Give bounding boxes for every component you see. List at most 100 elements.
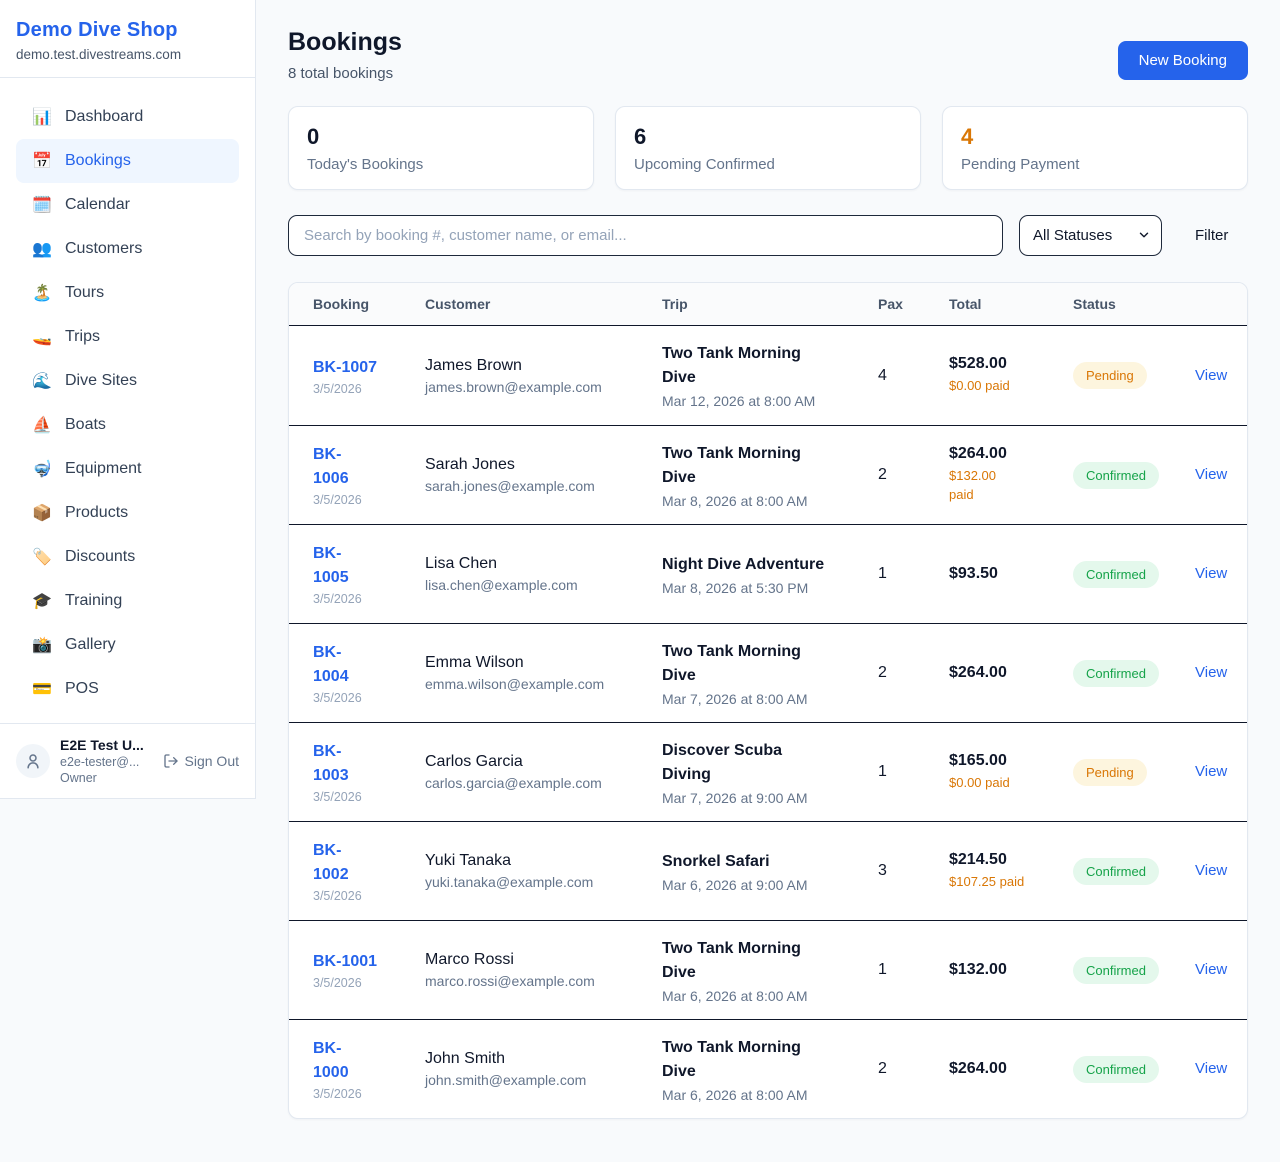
view-link[interactable]: View	[1195, 763, 1227, 780]
nav-item-icon: 📦	[32, 503, 52, 523]
nav-item-label: Calendar	[65, 196, 130, 214]
user-role: Owner	[60, 771, 144, 785]
column-header-booking: Booking	[313, 296, 425, 312]
trip-date: Mar 8, 2026 at 8:00 AM	[662, 493, 878, 509]
view-link[interactable]: View	[1195, 862, 1227, 879]
view-link[interactable]: View	[1195, 466, 1227, 483]
view-link[interactable]: View	[1195, 1060, 1227, 1077]
sidebar-item-bookings[interactable]: 📅 Bookings	[16, 139, 239, 183]
booking-cell: BK- 1004 3/5/2026	[313, 641, 425, 705]
total-cell: $214.50 $107.25 paid	[949, 851, 1073, 892]
sidebar-item-discounts[interactable]: 🏷️ Discounts	[16, 535, 239, 579]
user-name: E2E Test U...	[60, 737, 144, 753]
page-subtitle: 8 total bookings	[288, 65, 402, 82]
booking-cell: BK-1001 3/5/2026	[313, 950, 425, 990]
pax-cell: 2	[878, 1060, 949, 1078]
page-header: Bookings 8 total bookings New Booking	[288, 28, 1248, 82]
sign-out-button[interactable]: Sign Out	[163, 753, 239, 769]
actions-cell: View	[1195, 367, 1227, 385]
sidebar-item-calendar[interactable]: 🗓️ Calendar	[16, 183, 239, 227]
brand-title: Demo Dive Shop	[16, 19, 239, 42]
customer-cell: James Brown james.brown@example.com	[425, 357, 662, 395]
booking-id-link[interactable]: BK- 1002	[313, 839, 425, 887]
booking-date: 3/5/2026	[313, 382, 425, 396]
status-select-wrap: All Statuses	[1019, 215, 1162, 256]
trip-date: Mar 6, 2026 at 8:00 AM	[662, 1087, 878, 1103]
view-link[interactable]: View	[1195, 664, 1227, 681]
sign-out-label: Sign Out	[185, 753, 239, 769]
sidebar-item-pos[interactable]: 💳 POS	[16, 667, 239, 711]
bookings-table: Booking Customer Trip Pax Total Status B…	[288, 282, 1248, 1119]
sidebar-item-boats[interactable]: ⛵ Boats	[16, 403, 239, 447]
actions-cell: View	[1195, 1060, 1227, 1078]
customer-email: emma.wilson@example.com	[425, 676, 662, 692]
actions-cell: View	[1195, 763, 1227, 781]
booking-id-link[interactable]: BK-1001	[313, 950, 425, 974]
table-row: BK-1001 3/5/2026 Marco Rossi marco.rossi…	[289, 920, 1247, 1019]
booking-id-link[interactable]: BK- 1003	[313, 740, 425, 788]
filter-button[interactable]: Filter	[1195, 227, 1228, 244]
pax-cell: 2	[878, 664, 949, 682]
table-row: BK- 1000 3/5/2026 John Smith john.smith@…	[289, 1019, 1247, 1118]
pax-cell: 1	[878, 763, 949, 781]
trip-date: Mar 8, 2026 at 5:30 PM	[662, 580, 878, 596]
customer-email: marco.rossi@example.com	[425, 973, 662, 989]
status-badge: Pending	[1073, 362, 1147, 389]
status-badge: Pending	[1073, 759, 1147, 786]
customer-cell: Emma Wilson emma.wilson@example.com	[425, 654, 662, 692]
stat-card: 0 Today's Bookings	[288, 106, 594, 190]
sidebar-item-tours[interactable]: 🏝️ Tours	[16, 271, 239, 315]
booking-id-link[interactable]: BK- 1005	[313, 542, 425, 590]
booking-id-link[interactable]: BK-1007	[313, 356, 425, 380]
booking-id-link[interactable]: BK- 1006	[313, 443, 425, 491]
nav-item-label: Gallery	[65, 636, 116, 654]
booking-id-link[interactable]: BK- 1004	[313, 641, 425, 689]
trip-name: Two Tank Morning Dive	[662, 342, 878, 390]
total-cell: $165.00 $0.00 paid	[949, 752, 1073, 793]
table-header-row: Booking Customer Trip Pax Total Status	[289, 283, 1247, 326]
pax-cell: 4	[878, 367, 949, 385]
total-amount: $132.00	[949, 961, 1073, 979]
view-link[interactable]: View	[1195, 961, 1227, 978]
table-row: BK- 1005 3/5/2026 Lisa Chen lisa.chen@ex…	[289, 524, 1247, 623]
sidebar-item-equipment[interactable]: 🤿 Equipment	[16, 447, 239, 491]
status-filter-select[interactable]: All Statuses	[1019, 215, 1162, 256]
sidebar-item-dashboard[interactable]: 📊 Dashboard	[16, 95, 239, 139]
sidebar-item-trips[interactable]: 🚤 Trips	[16, 315, 239, 359]
booking-cell: BK- 1002 3/5/2026	[313, 839, 425, 903]
sidebar-nav: 📊 Dashboard 📅 Bookings 🗓️ Calendar 👥 Cus…	[0, 78, 255, 723]
trip-name: Two Tank Morning Dive	[662, 937, 878, 985]
view-link[interactable]: View	[1195, 565, 1227, 582]
avatar	[16, 744, 50, 778]
booking-cell: BK- 1000 3/5/2026	[313, 1037, 425, 1101]
search-input[interactable]	[288, 215, 1003, 256]
pax-cell: 1	[878, 565, 949, 583]
sidebar-item-customers[interactable]: 👥 Customers	[16, 227, 239, 271]
nav-item-icon: 📊	[32, 107, 52, 127]
table-row: BK-1007 3/5/2026 James Brown james.brown…	[289, 326, 1247, 425]
trip-cell: Two Tank Morning Dive Mar 6, 2026 at 8:0…	[662, 937, 878, 1004]
nav-item-icon: 📸	[32, 635, 52, 655]
customer-cell: Sarah Jones sarah.jones@example.com	[425, 456, 662, 494]
nav-item-icon: 👥	[32, 239, 52, 259]
total-cell: $264.00 $132.00 paid	[949, 445, 1073, 505]
booking-cell: BK-1007 3/5/2026	[313, 356, 425, 396]
nav-item-icon: 💳	[32, 679, 52, 699]
user-email: e2e-tester@...	[60, 755, 144, 769]
status-cell: Confirmed	[1073, 561, 1195, 588]
customer-email: lisa.chen@example.com	[425, 577, 662, 593]
new-booking-button[interactable]: New Booking	[1118, 41, 1248, 80]
customer-name: Sarah Jones	[425, 456, 662, 474]
sidebar-item-gallery[interactable]: 📸 Gallery	[16, 623, 239, 667]
actions-cell: View	[1195, 961, 1227, 979]
sidebar-item-training[interactable]: 🎓 Training	[16, 579, 239, 623]
total-amount: $264.00	[949, 445, 1073, 463]
booking-id-link[interactable]: BK- 1000	[313, 1037, 425, 1085]
sidebar-item-dive-sites[interactable]: 🌊 Dive Sites	[16, 359, 239, 403]
sidebar: Demo Dive Shop demo.test.divestreams.com…	[0, 0, 256, 799]
view-link[interactable]: View	[1195, 367, 1227, 384]
brand-domain: demo.test.divestreams.com	[16, 47, 239, 62]
sidebar-item-products[interactable]: 📦 Products	[16, 491, 239, 535]
customer-name: Yuki Tanaka	[425, 852, 662, 870]
stats-row: 0 Today's Bookings 6 Upcoming Confirmed …	[288, 106, 1248, 190]
